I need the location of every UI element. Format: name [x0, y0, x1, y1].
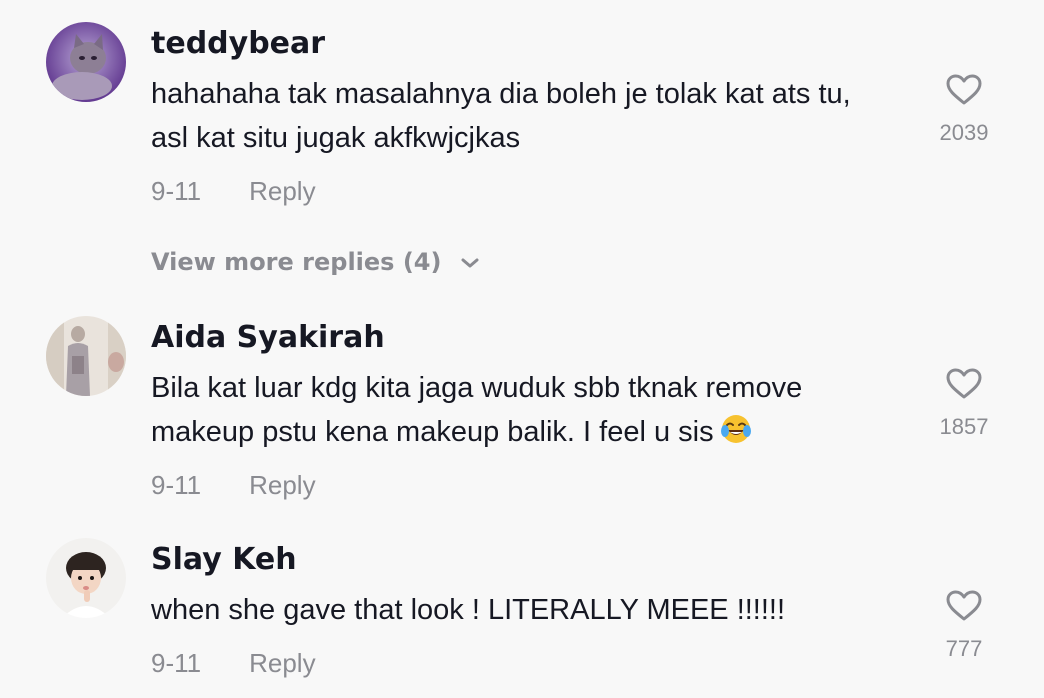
comment-meta: 9-11 Reply [151, 176, 316, 207]
avatar[interactable] [46, 316, 126, 396]
like-count: 2039 [939, 120, 989, 145]
cat-photo-avatar-icon [46, 22, 126, 102]
heart-icon[interactable] [946, 590, 982, 622]
like-control: 1857 [924, 368, 1004, 440]
like-count: 777 [945, 636, 983, 661]
comment-meta: 9-11 Reply [151, 470, 316, 501]
chevron-down-icon [461, 258, 479, 268]
comment-text: Bila kat luar kdg kita jaga wuduk sbb tk… [151, 366, 921, 458]
reply-button[interactable]: Reply [249, 648, 315, 678]
like-control: 2039 [924, 74, 1004, 146]
comment-date: 9-11 [151, 470, 202, 500]
view-more-replies-label: View more replies (4) [151, 248, 442, 276]
child-photo-avatar-icon [46, 538, 126, 618]
comment-text-line-content: makeup pstu kena makeup balik. I feel u … [151, 416, 714, 448]
view-more-replies-button[interactable]: View more replies (4) [151, 248, 480, 276]
comment-text-line: makeup pstu kena makeup balik. I feel u … [151, 410, 921, 458]
comment-text-line: asl kat situ jugak akfkwjcjkas [151, 122, 521, 154]
comment-date: 9-11 [151, 176, 202, 206]
comment-text: hahahaha tak masalahnya dia boleh je tol… [151, 72, 921, 160]
comment-username[interactable]: Aida Syakirah [151, 320, 385, 355]
comment-text-line: Bila kat luar kdg kita jaga wuduk sbb tk… [151, 372, 803, 404]
like-control: 777 [924, 590, 1004, 662]
like-count: 1857 [939, 414, 989, 439]
avatar[interactable] [46, 538, 126, 618]
heart-icon[interactable] [946, 74, 982, 106]
comment-username[interactable]: teddybear [151, 26, 325, 61]
comment-meta: 9-11 Reply [151, 648, 316, 679]
comment-date: 9-11 [151, 648, 202, 678]
face-with-tears-of-joy-icon [720, 413, 752, 458]
mirror-selfie-avatar-icon [46, 316, 126, 396]
comment-text-line: when she gave that look ! LITERALLY MEEE… [151, 594, 786, 626]
heart-icon[interactable] [946, 368, 982, 400]
reply-button[interactable]: Reply [249, 176, 315, 206]
comment-text-line: hahahaha tak masalahnya dia boleh je tol… [151, 78, 851, 110]
reply-button[interactable]: Reply [249, 470, 315, 500]
avatar[interactable] [46, 22, 126, 102]
comment-text: when she gave that look ! LITERALLY MEEE… [151, 588, 921, 632]
comment-username[interactable]: Slay Keh [151, 542, 297, 577]
